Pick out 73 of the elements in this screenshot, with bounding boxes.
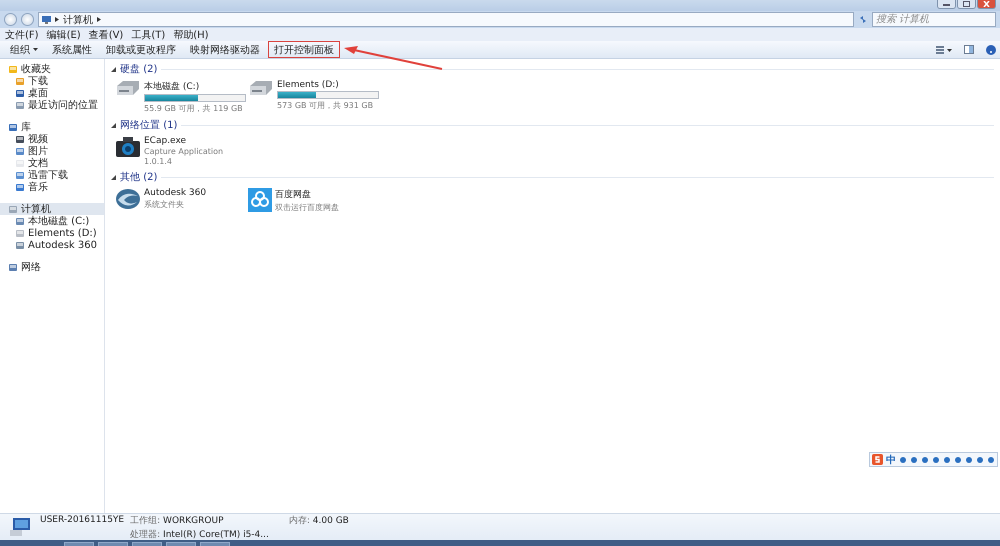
item-name[interactable]: 本地磁盘 (C:) [144, 80, 246, 93]
forward-button[interactable] [21, 13, 34, 26]
sidebar-item[interactable]: Elements (D:) [0, 227, 104, 239]
detail-field: 内存: 4.00 GB [288, 514, 349, 526]
menu-item[interactable]: 帮助(H) [173, 28, 209, 42]
collapse-icon[interactable] [111, 174, 116, 180]
toolbar-button[interactable]: 打开控制面板 [268, 41, 340, 58]
refresh-icon[interactable] [858, 15, 868, 24]
item-name[interactable]: Elements (D:) [277, 80, 379, 90]
sidebar-item[interactable]: 音乐 [0, 181, 104, 193]
sidebar-item[interactable]: 库 [0, 121, 104, 133]
breadcrumb[interactable]: 计算机 [63, 12, 93, 26]
sidebar-item[interactable]: 文档 [0, 157, 104, 169]
restore-icon [963, 1, 970, 7]
item-detail: 55.9 GB 可用，共 119 GB [144, 103, 244, 114]
camera-icon [115, 136, 141, 158]
item-detail: Capture Application [144, 147, 224, 156]
address-bar[interactable]: 计算机 [38, 12, 854, 27]
restore-button[interactable] [957, 0, 976, 9]
sidebar-item[interactable]: 迅雷下载 [0, 169, 104, 181]
close-button[interactable] [977, 0, 996, 9]
sidebar-item[interactable]: 收藏夹 [0, 63, 104, 75]
toolbar-button[interactable]: 系统属性 [46, 41, 98, 58]
input-mode[interactable]: 中 [886, 452, 896, 466]
sidebar-item[interactable]: 网络 [0, 261, 104, 273]
item-name[interactable]: 百度网盘 [275, 188, 339, 201]
view-options-icon[interactable] [936, 46, 952, 54]
item-detail: 573 GB 可用，共 931 GB [277, 100, 374, 111]
item-detail: 双击运行百度网盘 [275, 202, 339, 213]
item-detail: 1.0.1.4 [144, 157, 173, 166]
toolbar-button[interactable]: 组织 [4, 41, 44, 58]
computer-icon [42, 16, 51, 24]
menu-item[interactable]: 查看(V) [88, 28, 124, 42]
sidebar-item[interactable]: Autodesk 360 [0, 239, 104, 251]
sidebar-item[interactable]: 计算机 [0, 203, 104, 215]
section-title: 网络位置 (1) [120, 118, 178, 132]
chevron-icon[interactable] [97, 17, 101, 22]
section-title: 其他 (2) [120, 170, 158, 184]
folder-icon [8, 262, 18, 272]
sidebar-item[interactable]: 最近访问的位置 [0, 99, 104, 111]
item-name[interactable]: ECap.exe [144, 136, 224, 146]
minimize-button[interactable] [937, 0, 956, 9]
menu-item[interactable]: 文件(F) [5, 28, 39, 42]
detail-field: 工作组: WORKGROUP [130, 514, 269, 526]
hard-drive-icon [115, 80, 141, 96]
sidebar-item[interactable]: 桌面 [0, 87, 104, 99]
close-icon [983, 1, 990, 7]
computer-name: USER-20161115YE [40, 515, 124, 525]
sidebar-item[interactable]: 图片 [0, 145, 104, 157]
menu-item[interactable]: 工具(T) [131, 28, 166, 42]
chevron-icon[interactable] [55, 17, 59, 22]
caret-icon [33, 48, 38, 51]
menu-item[interactable]: 编辑(E) [46, 28, 81, 42]
back-button[interactable] [4, 13, 17, 26]
sidebar-item[interactable]: 本地磁盘 (C:) [0, 215, 104, 227]
item-name[interactable]: Autodesk 360 [144, 188, 206, 198]
computer-icon [10, 517, 32, 537]
sidebar-item[interactable]: 视频 [0, 133, 104, 145]
cloud-app-icon [248, 188, 272, 212]
search-field[interactable]: 搜索 计算机 [872, 12, 996, 27]
preview-pane-icon[interactable] [964, 45, 974, 54]
hard-drive-icon [248, 80, 274, 96]
collapse-icon[interactable] [111, 122, 116, 128]
toolbar-button[interactable]: 映射网络驱动器 [184, 41, 266, 58]
swirl-icon [115, 188, 141, 210]
minimize-icon [943, 2, 950, 6]
section-title: 硬盘 (2) [120, 63, 158, 76]
help-icon[interactable] [986, 44, 996, 54]
toolbar-button[interactable]: 卸载或更改程序 [100, 41, 182, 58]
collapse-icon[interactable] [111, 66, 116, 72]
sidebar-item[interactable]: 下载 [0, 75, 104, 87]
item-detail: 系统文件夹 [144, 199, 185, 210]
detail-field: 处理器: Intel(R) Core(TM) i5-4... [130, 528, 269, 540]
